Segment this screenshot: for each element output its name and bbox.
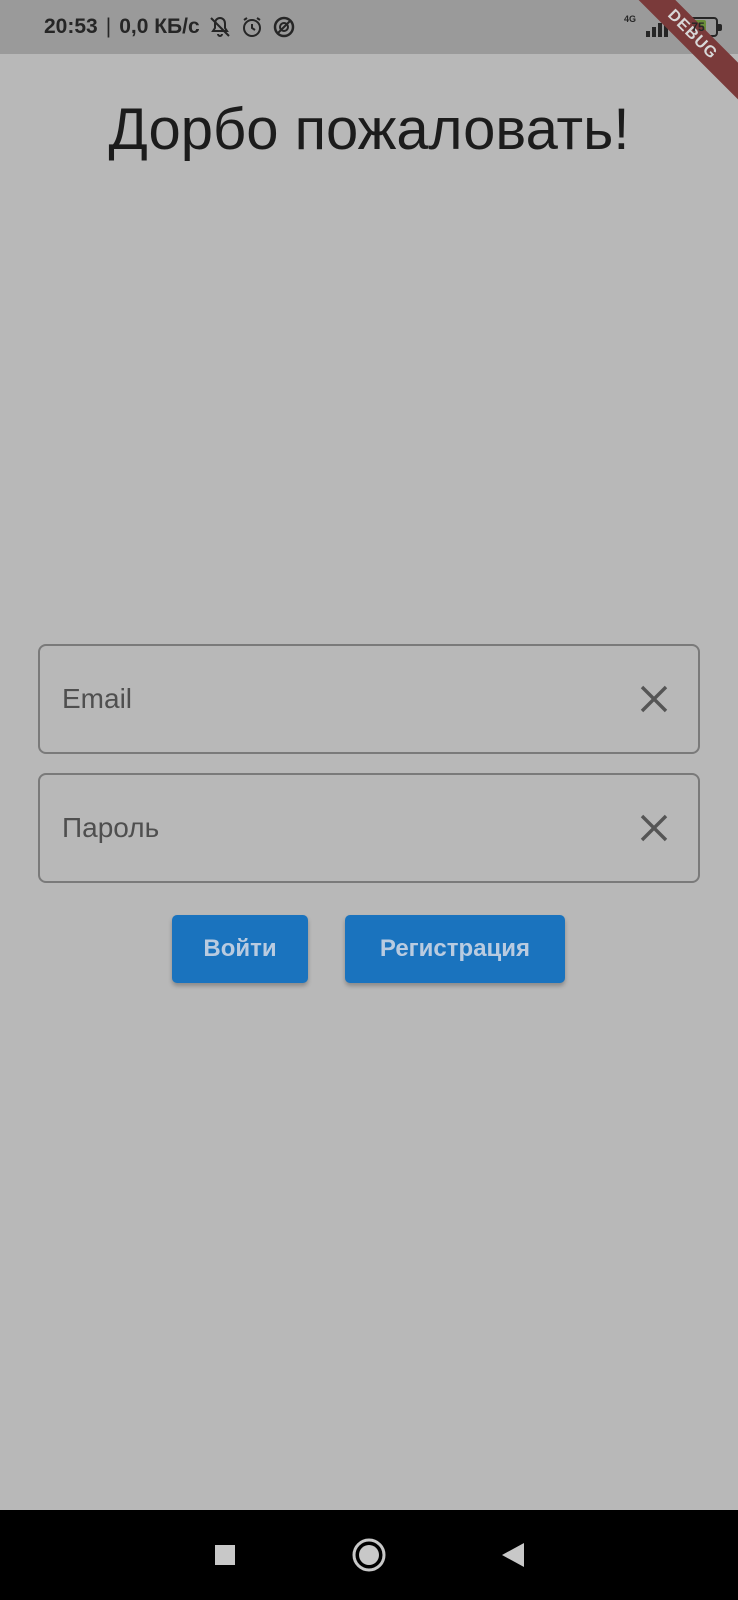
home-button[interactable] [347,1533,391,1577]
login-button[interactable]: Войти [172,915,308,983]
debug-banner-label: DEBUG [619,0,738,108]
password-input[interactable] [62,812,632,844]
register-button[interactable]: Регистрация [345,915,565,983]
status-time: 20:53 [44,15,98,38]
page-title: Дорбо пожаловать! [108,97,630,162]
back-triangle-icon [502,1543,524,1567]
email-input[interactable] [62,683,632,715]
home-circle-icon [352,1538,386,1572]
network-speed: 0,0 КБ/с [119,15,200,38]
status-left: 20:53 | 0,0 КБ/с [44,15,296,39]
navigation-bar [0,1510,738,1600]
close-icon [640,814,668,842]
status-separator: | [105,15,112,38]
recents-square-icon [215,1545,235,1565]
recents-button[interactable] [203,1533,247,1577]
close-icon [640,685,668,713]
alarm-icon [240,15,264,39]
notifications-off-icon [208,15,232,39]
back-button[interactable] [491,1533,535,1577]
battery-level: 75 [691,20,705,34]
password-clear-button[interactable] [632,806,676,850]
email-clear-button[interactable] [632,677,676,721]
data-saver-icon [272,15,296,39]
app-screen: 20:53 | 0,0 КБ/с 4G 75 DEBUG Дорбо пожал… [0,0,738,1600]
email-field[interactable] [38,644,700,754]
password-field[interactable] [38,773,700,883]
